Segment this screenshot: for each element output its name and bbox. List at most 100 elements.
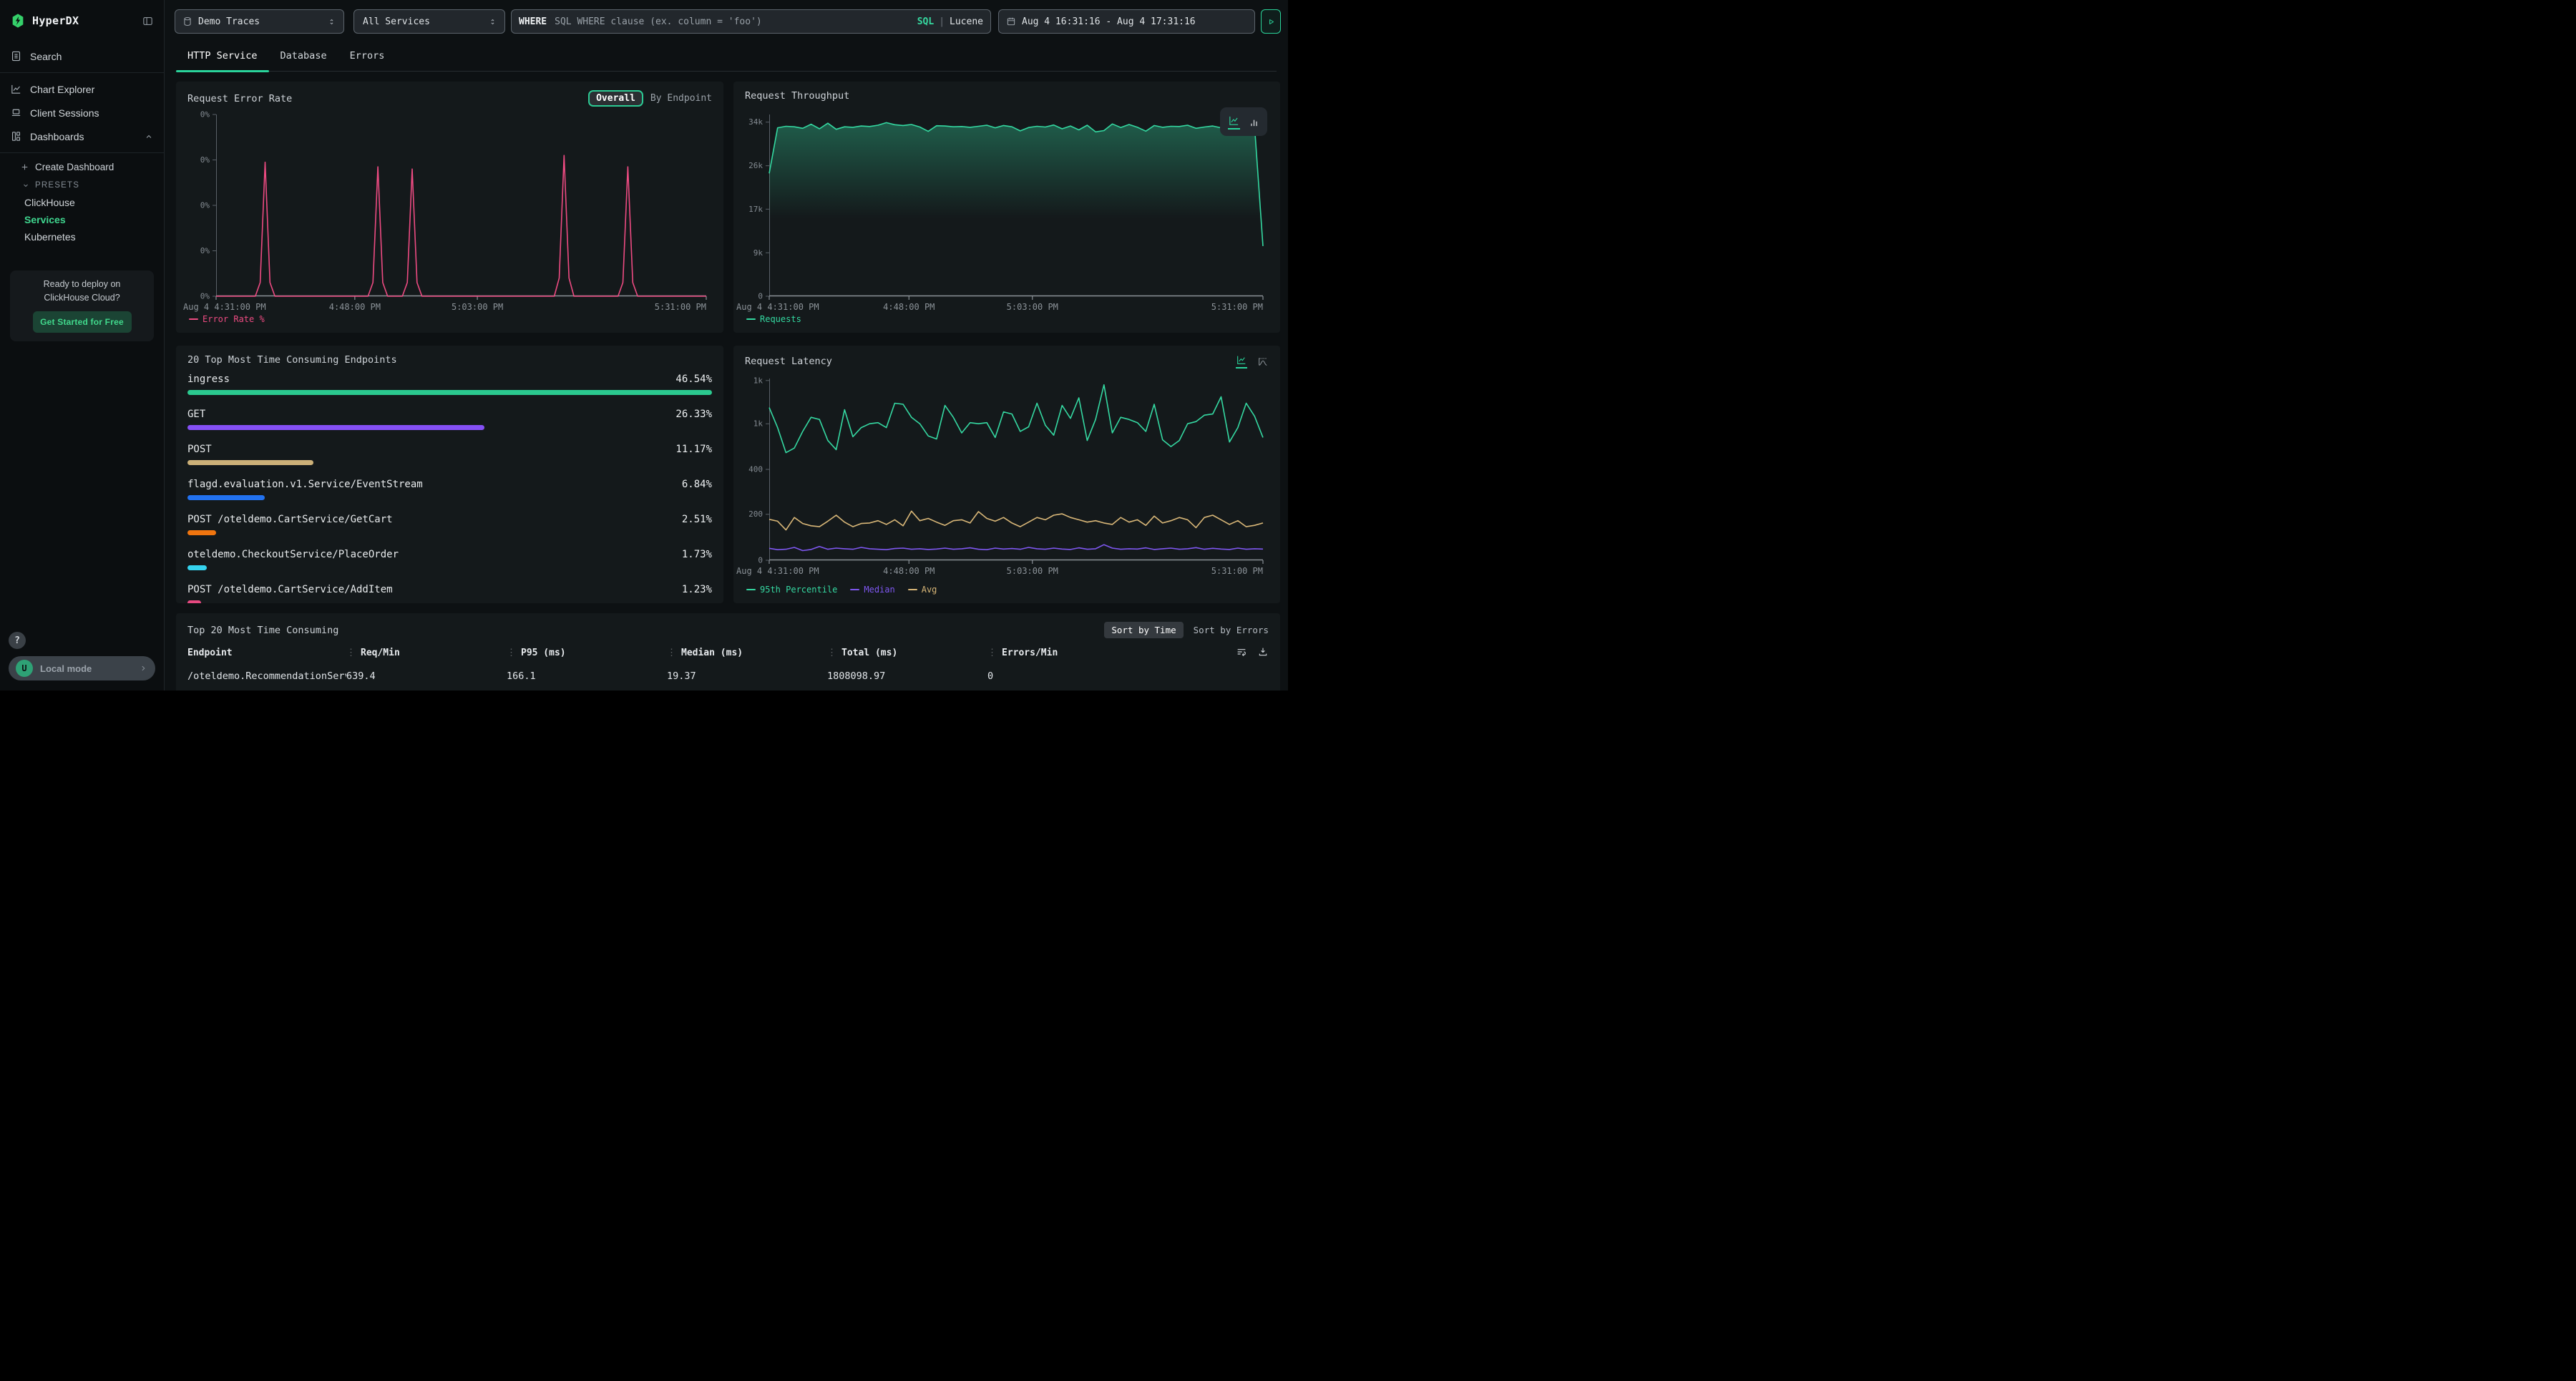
chevron-up-icon[interactable] <box>144 132 154 142</box>
histogram-icon[interactable] <box>1257 356 1269 367</box>
column-header[interactable]: ⋮Median (ms) <box>667 648 827 658</box>
svg-text:0%: 0% <box>200 155 210 165</box>
sidebar-item-dashboards[interactable]: Dashboards <box>0 125 164 148</box>
by-endpoint-toggle-button[interactable]: By Endpoint <box>650 93 712 104</box>
source-select[interactable]: Demo Traces <box>175 9 344 34</box>
sidebar-collapse-icon[interactable] <box>142 15 154 27</box>
drag-handle-icon[interactable]: ⋮ <box>346 648 356 658</box>
help-button[interactable]: ? <box>9 632 26 649</box>
svg-text:0%: 0% <box>200 110 210 119</box>
sidebar-item-client-sessions[interactable]: Client Sessions <box>0 101 164 125</box>
legend-item: Error Rate % <box>189 314 265 324</box>
endpoint-row[interactable]: ingress46.54% <box>187 371 712 406</box>
svg-text:0: 0 <box>758 292 763 301</box>
svg-text:5:31:00 PM: 5:31:00 PM <box>1211 566 1263 576</box>
column-header[interactable]: ⋮Total (ms) <box>827 648 987 658</box>
presets-group-toggle[interactable]: PRESETS <box>0 176 164 194</box>
svg-text:4:48:00 PM: 4:48:00 PM <box>883 566 935 576</box>
endpoint-percentage: 26.33% <box>675 409 712 420</box>
download-csv-icon[interactable] <box>1257 646 1269 658</box>
search-logs-icon <box>10 50 22 62</box>
endpoint-row[interactable]: GET26.33% <box>187 406 712 441</box>
endpoint-bar <box>187 495 265 500</box>
bar-chart-icon[interactable] <box>1248 116 1260 128</box>
line-chart-icon[interactable] <box>1236 354 1247 369</box>
table-cell: /oteldemo.RecommendationServ <box>187 670 346 682</box>
table-row[interactable]: /oteldemo.RecommendationServ639.4166.119… <box>187 670 1269 682</box>
column-header[interactable]: ⋮P95 (ms) <box>507 648 667 658</box>
user-menu[interactable]: U Local mode <box>9 656 155 680</box>
endpoint-row[interactable]: POST /oteldemo.CartService/AddItem1.23% <box>187 582 712 603</box>
sql-mode-toggle[interactable]: SQL <box>917 16 934 27</box>
overall-toggle-button[interactable]: Overall <box>588 90 643 107</box>
line-chart-icon[interactable] <box>1228 114 1240 130</box>
service-tabs: HTTP Service Database Errors <box>176 43 1277 72</box>
sidebar-item-search[interactable]: Search <box>0 44 164 68</box>
error-rate-chart[interactable]: 0%0%0%0%0%Aug 4 4:31:00 PM4:48:00 PM5:03… <box>216 114 706 296</box>
drag-handle-icon[interactable]: ⋮ <box>987 648 997 658</box>
svg-text:17k: 17k <box>748 205 763 214</box>
date-range-picker[interactable]: Aug 4 16:31:16 - Aug 4 17:31:16 <box>998 9 1255 34</box>
sidebar-item-kubernetes[interactable]: Kubernetes <box>0 228 164 245</box>
throughput-chart[interactable]: 34k26k17k9k0Aug 4 4:31:00 PM4:48:00 PM5:… <box>769 114 1263 296</box>
panel-title: Request Error Rate <box>187 93 292 104</box>
drag-handle-icon[interactable]: ⋮ <box>507 648 516 658</box>
svg-text:5:03:00 PM: 5:03:00 PM <box>452 302 503 312</box>
column-header[interactable]: ⋮Req/Min <box>346 648 507 658</box>
endpoint-row[interactable]: oteldemo.CheckoutService/PlaceOrder1.73% <box>187 547 712 582</box>
sidebar-item-clickhouse[interactable]: ClickHouse <box>0 194 164 211</box>
drag-handle-icon[interactable]: ⋮ <box>667 648 676 658</box>
panel-title: Top 20 Most Time Consuming <box>187 625 338 636</box>
tab-errors[interactable]: Errors <box>338 43 396 71</box>
column-header[interactable]: ⋮Errors/Min <box>987 648 1269 658</box>
hyperdx-logo-icon <box>10 13 26 29</box>
get-started-button[interactable]: Get Started for Free <box>33 311 132 333</box>
promo-text-line2: ClickHouse Cloud? <box>10 291 154 305</box>
text-wrap-icon[interactable] <box>1236 646 1247 658</box>
chevron-right-icon <box>138 663 148 673</box>
latency-chart[interactable]: 1k1k4002000Aug 4 4:31:00 PM4:48:00 PM5:0… <box>769 379 1263 560</box>
sidebar-divider <box>0 72 164 73</box>
run-query-button[interactable] <box>1261 9 1281 34</box>
lucene-mode-toggle[interactable]: Lucene <box>950 16 983 27</box>
laptop-icon <box>10 107 22 119</box>
legend-swatch <box>746 589 756 591</box>
source-select-value: Demo Traces <box>198 16 327 27</box>
search-input[interactable] <box>553 16 917 28</box>
endpoint-bar <box>187 425 484 430</box>
endpoint-row[interactable]: POST11.17% <box>187 441 712 477</box>
endpoint-percentage: 46.54% <box>675 374 712 385</box>
drag-handle-icon[interactable]: ⋮ <box>827 648 836 658</box>
select-chevrons-icon <box>488 17 497 26</box>
create-dashboard-label: Create Dashboard <box>35 162 114 172</box>
create-dashboard-button[interactable]: Create Dashboard <box>0 157 164 176</box>
sidebar-item-chart-explorer[interactable]: Chart Explorer <box>0 77 164 101</box>
endpoint-row[interactable]: flagd.evaluation.v1.Service/EventStream6… <box>187 477 712 512</box>
panel-request-error-rate: Request Error Rate Overall By Endpoint 0… <box>176 82 723 333</box>
endpoint-percentage: 1.23% <box>682 584 712 595</box>
database-icon <box>182 16 192 26</box>
endpoint-row[interactable]: POST /oteldemo.CartService/GetCart2.51% <box>187 512 712 547</box>
table-cell: 0 <box>987 670 1269 682</box>
svg-text:Aug 4 4:31:00 PM: Aug 4 4:31:00 PM <box>736 302 819 312</box>
svg-text:0%: 0% <box>200 201 210 210</box>
endpoint-bar <box>187 565 207 570</box>
dashboards-icon <box>10 130 22 142</box>
svg-text:0%: 0% <box>200 246 210 255</box>
play-icon <box>1267 17 1276 26</box>
service-select[interactable]: All Services <box>353 9 505 34</box>
svg-text:400: 400 <box>748 465 763 474</box>
where-clause-search[interactable]: WHERE SQL | Lucene <box>511 9 991 34</box>
tab-database[interactable]: Database <box>269 43 338 71</box>
panel-title: 20 Top Most Time Consuming Endpoints <box>187 354 397 366</box>
main-content: Demo Traces All Services WHERE SQL | Luc… <box>165 0 1288 690</box>
sidebar-item-services[interactable]: Services <box>0 211 164 228</box>
clickhouse-cloud-promo-card: Ready to deploy on ClickHouse Cloud? Get… <box>10 270 154 341</box>
sort-by-time-button[interactable]: Sort by Time <box>1104 622 1183 638</box>
svg-text:34k: 34k <box>748 117 763 127</box>
tab-http-service[interactable]: HTTP Service <box>176 43 269 71</box>
where-badge: WHERE <box>519 16 547 27</box>
column-header[interactable]: Endpoint <box>187 648 346 658</box>
svg-text:Aug 4 4:31:00 PM: Aug 4 4:31:00 PM <box>183 302 266 312</box>
sort-by-errors-button[interactable]: Sort by Errors <box>1194 625 1269 635</box>
